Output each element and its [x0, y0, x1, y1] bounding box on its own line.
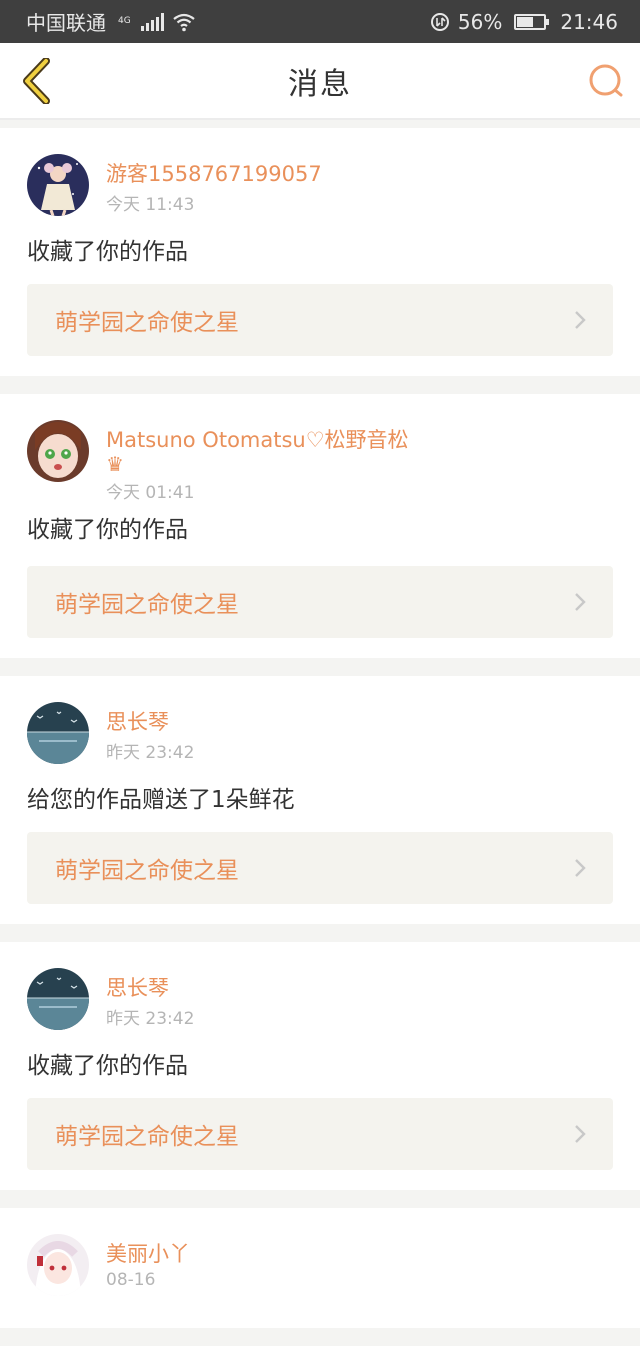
clock: 21:46 — [560, 9, 618, 34]
work-link[interactable]: 萌学园之命使之星 — [27, 284, 613, 356]
message-time: 昨天 23:42 — [106, 743, 195, 763]
work-link[interactable]: 萌学园之命使之星 — [27, 832, 613, 904]
message-action-text: 收藏了你的作品 — [27, 239, 188, 265]
user-name[interactable]: Matsuno Otomatsu♡松野音松 — [106, 424, 409, 454]
message-card: 思长琴 昨天 23:42 给您的作品赠送了1朵鲜花 萌学园之命使之星 — [0, 676, 640, 924]
message-card: Matsuno Otomatsu♡松野音松 ♛ 今天 01:41 收藏了你的作品… — [0, 394, 640, 658]
user-name[interactable]: 游客1558767199057 — [106, 158, 322, 188]
status-bar: 中国联通 4G 56% 21:46 — [0, 0, 640, 43]
search-icon — [589, 64, 623, 97]
message-time: 08-16 — [106, 1270, 156, 1290]
chevron-right-icon — [575, 1125, 586, 1143]
chevron-right-icon — [575, 859, 586, 877]
work-title: 萌学园之命使之星 — [55, 310, 239, 336]
nav-header: 消息 — [0, 43, 640, 120]
status-left: 中国联通 4G — [26, 7, 196, 36]
search-button[interactable] — [586, 61, 626, 101]
message-list: 游客1558767199057 今天 11:43 收藏了你的作品 萌学园之命使之… — [0, 128, 640, 1346]
message-action-text: 给您的作品赠送了1朵鲜花 — [27, 787, 295, 813]
crown-icon: ♛ — [106, 452, 124, 476]
carrier-label: 中国联通 — [26, 11, 106, 35]
user-name[interactable]: 思长琴 — [106, 706, 169, 736]
message-time: 昨天 23:42 — [106, 1009, 195, 1029]
message-user-row: 美丽小丫 08-16 — [27, 1208, 613, 1308]
avatar[interactable] — [27, 968, 89, 1030]
chevron-right-icon — [575, 593, 586, 611]
page-title: 消息 — [288, 66, 352, 102]
status-right: 56% 21:46 — [430, 10, 618, 34]
message-user-row: 思长琴 昨天 23:42 — [27, 942, 613, 1042]
message-user-row: 思长琴 昨天 23:42 — [27, 676, 613, 776]
message-time: 今天 01:41 — [106, 483, 195, 503]
signal-icon — [140, 12, 164, 31]
user-name[interactable]: 思长琴 — [106, 972, 169, 1002]
work-title: 萌学园之命使之星 — [55, 858, 239, 884]
message-card: 美丽小丫 08-16 — [0, 1208, 640, 1328]
avatar[interactable] — [27, 702, 89, 764]
work-title: 萌学园之命使之星 — [55, 1124, 239, 1150]
work-link[interactable]: 萌学园之命使之星 — [27, 566, 613, 638]
work-link[interactable]: 萌学园之命使之星 — [27, 1098, 613, 1170]
chevron-right-icon — [575, 311, 586, 329]
message-user-row: Matsuno Otomatsu♡松野音松 ♛ 今天 01:41 — [27, 394, 613, 503]
battery-fill — [517, 16, 534, 27]
avatar[interactable] — [27, 1234, 89, 1296]
message-time: 今天 11:43 — [106, 195, 195, 215]
message-action-text: 收藏了你的作品 — [27, 517, 188, 543]
work-title: 萌学园之命使之星 — [55, 592, 239, 618]
message-card: 思长琴 昨天 23:42 收藏了你的作品 萌学园之命使之星 — [0, 942, 640, 1190]
avatar[interactable] — [27, 154, 89, 216]
network-type-label: 4G — [118, 16, 131, 26]
message-action-text: 收藏了你的作品 — [27, 1053, 188, 1079]
message-user-row: 游客1558767199057 今天 11:43 — [27, 128, 613, 228]
battery-percent: 56% — [457, 9, 503, 34]
battery-icon — [514, 13, 550, 30]
avatar[interactable] — [27, 420, 89, 482]
data-saver-icon — [430, 12, 449, 31]
message-card: 游客1558767199057 今天 11:43 收藏了你的作品 萌学园之命使之… — [0, 128, 640, 376]
wifi-icon — [173, 13, 195, 31]
user-name[interactable]: 美丽小丫 — [106, 1238, 190, 1268]
